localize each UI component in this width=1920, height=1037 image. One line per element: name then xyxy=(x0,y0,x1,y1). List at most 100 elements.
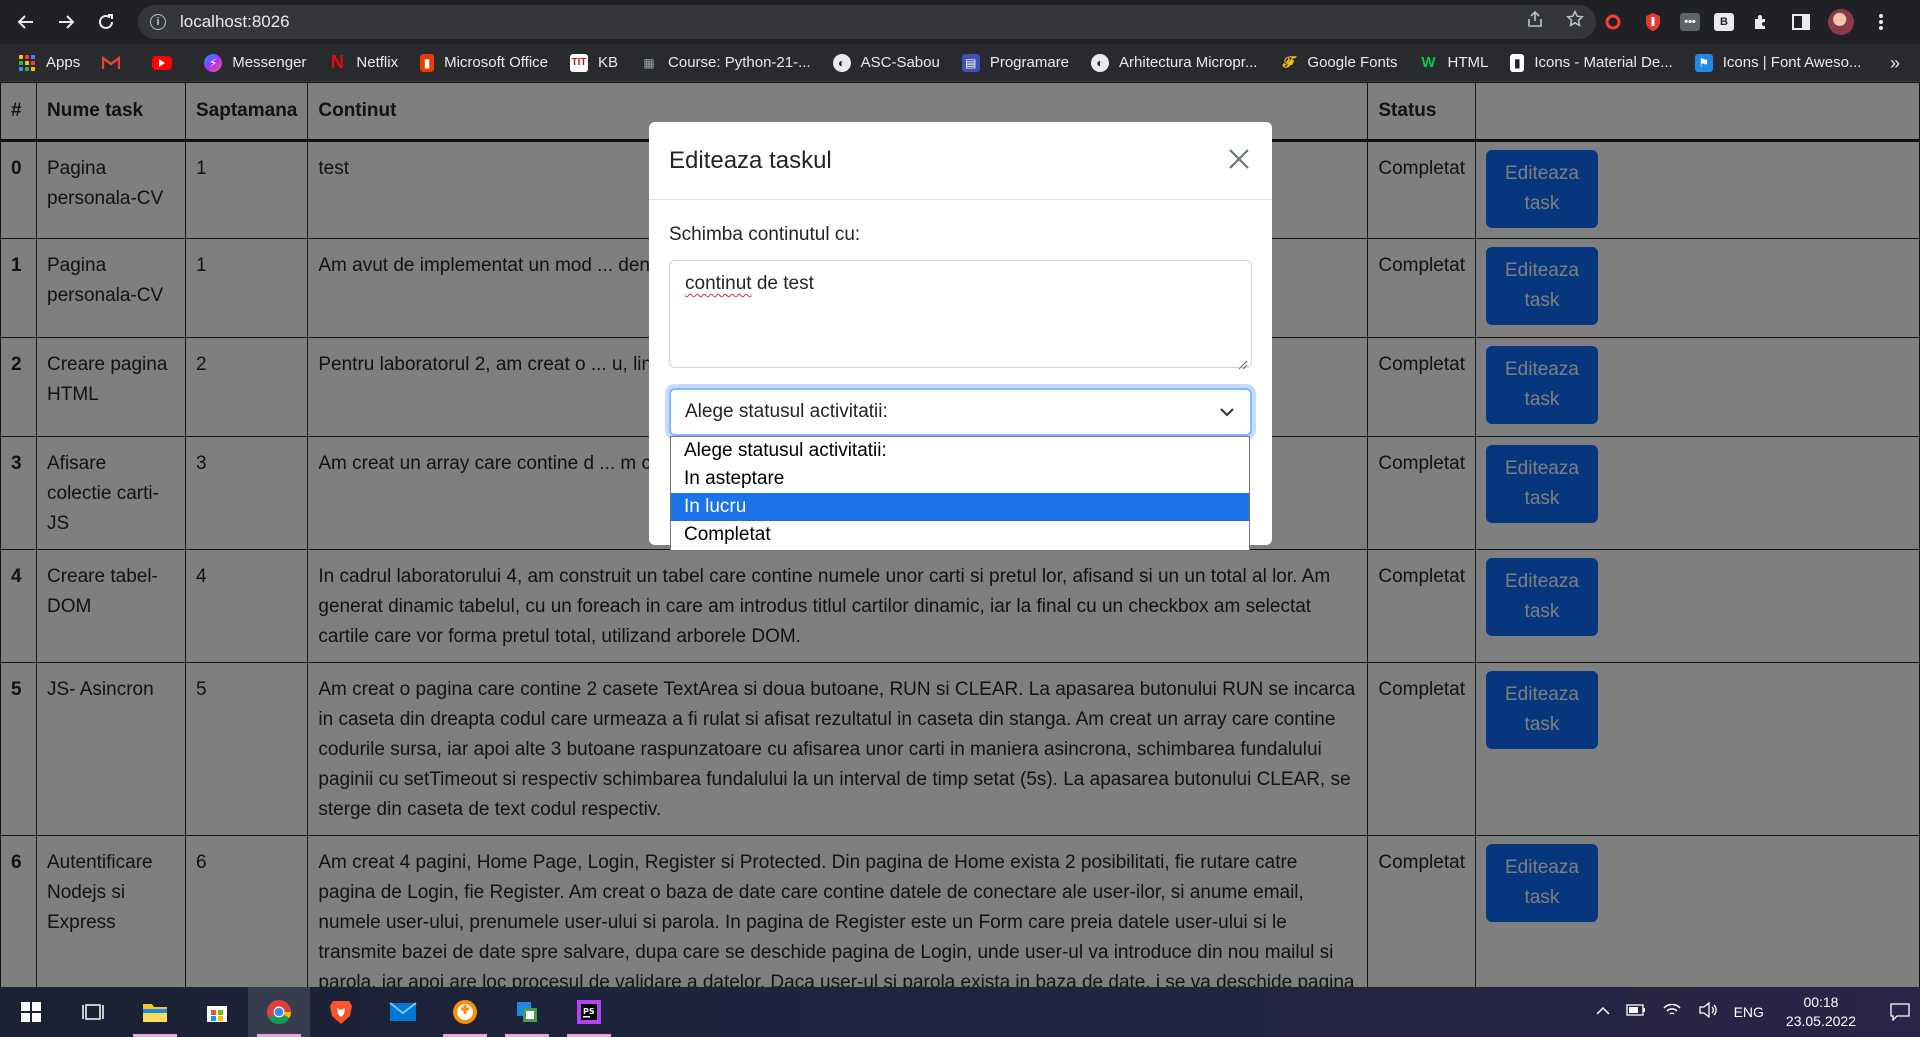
bookmark-netflix[interactable]: N Netflix xyxy=(328,52,399,72)
bookmark-course[interactable]: ▦ Course: Python-21-... xyxy=(640,54,811,72)
bookmarks-bar: Apps ⚡ Messenger N Netflix ▮ Microsoft O… xyxy=(0,44,1920,82)
volume-icon[interactable] xyxy=(1698,1001,1718,1023)
chevron-down-icon xyxy=(1218,403,1236,421)
bookmark-font-awesome[interactable]: ⚑ Icons | Font Aweso... xyxy=(1694,53,1862,72)
material-icons-icon: ▮ xyxy=(1510,53,1525,72)
bookmark-label: KB xyxy=(598,54,619,71)
clock-time: 00:18 xyxy=(1803,994,1839,1010)
bookmark-label: HTML xyxy=(1447,54,1489,71)
system-tray: ENG 00:18 23.05.2022 xyxy=(1588,987,1920,1037)
status-option-highlighted[interactable]: In lucru xyxy=(671,493,1249,521)
wifi-icon[interactable] xyxy=(1662,1002,1682,1023)
bookmark-label: Icons - Material De... xyxy=(1534,54,1673,71)
dots-extension-icon[interactable]: ••• xyxy=(1680,13,1700,31)
browser-menu-icon[interactable] xyxy=(1868,9,1894,35)
bookmark-messenger[interactable]: ⚡ Messenger xyxy=(204,53,307,72)
bookmark-microsoft-office[interactable]: ▮ Microsoft Office xyxy=(420,53,549,72)
chrome-icon[interactable] xyxy=(248,987,310,1037)
side-panel-icon[interactable] xyxy=(1788,9,1814,35)
site-info-icon[interactable]: i xyxy=(150,14,166,30)
status-select-value: Alege statusul activitatii: xyxy=(685,401,888,422)
modal-body: Schimba continutul cu: continut de test … xyxy=(649,200,1272,456)
close-icon[interactable] xyxy=(1228,148,1254,174)
textarea-text-misspelled: continut xyxy=(685,273,752,294)
gmail-icon xyxy=(102,54,121,72)
chevron-up-icon[interactable] xyxy=(1596,1003,1610,1021)
clock[interactable]: 00:18 23.05.2022 xyxy=(1786,993,1856,1031)
bookmark-youtube[interactable] xyxy=(152,55,182,70)
status-option[interactable]: Alege statusul activitatii: xyxy=(671,437,1249,465)
bookmark-kb[interactable]: TIT KB xyxy=(570,53,619,72)
modal-title: Editeaza taskul xyxy=(669,146,832,174)
bookmark-gmail[interactable] xyxy=(102,54,130,72)
content-textarea[interactable]: continut de test xyxy=(669,260,1252,370)
bookmark-label: Messenger xyxy=(232,54,307,71)
bookmark-label: Microsoft Office xyxy=(444,54,549,71)
vpn-app-icon[interactable] xyxy=(434,987,496,1037)
google-fonts-icon: 𝓕 xyxy=(1282,54,1294,71)
notifications-icon[interactable] xyxy=(1880,987,1920,1037)
bookmark-arhitectura[interactable]: ◐ Arhitectura Micropr... xyxy=(1091,53,1258,72)
font-awesome-icon: ⚑ xyxy=(1694,53,1713,72)
opera-extension-icon[interactable] xyxy=(1600,9,1626,35)
status-dropdown-list: Alege statusul activitatii: In asteptare… xyxy=(670,436,1250,551)
bookmark-star-icon[interactable] xyxy=(1565,9,1585,34)
html-icon: W xyxy=(1421,54,1436,71)
bookmark-label: Arhitectura Micropr... xyxy=(1119,54,1258,71)
asc-icon: ◐ xyxy=(832,53,851,72)
shield-extension-icon[interactable] xyxy=(1640,9,1666,35)
status-option[interactable]: In asteptare xyxy=(671,465,1249,493)
browser-toolbar: i localhost:8026 ••• B xyxy=(0,0,1920,44)
file-explorer-icon[interactable] xyxy=(124,987,186,1037)
address-bar[interactable]: i localhost:8026 xyxy=(138,5,1596,39)
bookmark-programare[interactable]: ▤ Programare xyxy=(961,53,1070,72)
bookmarks-more-icon[interactable]: » xyxy=(1890,44,1900,82)
reload-icon[interactable] xyxy=(86,0,126,44)
arhitectura-icon: ◐ xyxy=(1091,53,1110,72)
phpstorm-icon[interactable]: PS xyxy=(558,987,620,1037)
resize-grip-icon[interactable] xyxy=(1238,354,1248,370)
windows-start-icon[interactable] xyxy=(0,987,62,1037)
language-indicator[interactable]: ENG xyxy=(1734,1004,1764,1020)
netflix-icon: N xyxy=(330,52,344,72)
content-label: Schimba continutul cu: xyxy=(669,224,861,245)
apps-grid-icon xyxy=(18,54,36,72)
bookmark-label: Google Fonts xyxy=(1307,54,1398,71)
course-icon: ▦ xyxy=(643,55,655,70)
kb-icon: TIT xyxy=(570,53,589,72)
status-option[interactable]: Completat xyxy=(671,521,1249,549)
bookmark-google-fonts[interactable]: 𝓕 Google Fonts xyxy=(1279,54,1398,72)
office-icon: ▮ xyxy=(420,53,435,72)
back-icon[interactable] xyxy=(6,0,46,44)
battery-icon[interactable] xyxy=(1625,1003,1646,1021)
textarea-text: de test xyxy=(751,273,814,294)
windows-taskbar: PS ENG 00:18 23.05.2022 xyxy=(0,987,1920,1037)
forward-icon[interactable] xyxy=(46,0,86,44)
brave-icon[interactable] xyxy=(310,987,372,1037)
bookmark-label: Programare xyxy=(989,54,1070,71)
extensions-puzzle-icon[interactable] xyxy=(1748,9,1774,35)
modal-header: Editeaza taskul xyxy=(649,122,1272,200)
bookmark-apps[interactable]: Apps xyxy=(18,54,80,72)
messenger-icon: ⚡ xyxy=(204,53,223,72)
status-select[interactable]: Alege statusul activitatii: xyxy=(669,388,1252,436)
bookmark-label: Icons | Font Aweso... xyxy=(1722,54,1862,71)
task-view-icon[interactable] xyxy=(62,987,124,1037)
share-icon[interactable] xyxy=(1526,10,1544,34)
bookmark-label: Course: Python-21-... xyxy=(668,54,811,71)
terminal-app-icon[interactable] xyxy=(496,987,558,1037)
bookmark-asc-sabou[interactable]: ◐ ASC-Sabou xyxy=(832,53,940,72)
url-text: localhost:8026 xyxy=(180,12,290,31)
bookmark-label: Apps xyxy=(46,54,81,71)
b-extension-icon[interactable]: B xyxy=(1714,13,1734,31)
profile-avatar[interactable] xyxy=(1828,9,1854,35)
bookmark-label: Netflix xyxy=(356,54,399,71)
bookmark-html[interactable]: W HTML xyxy=(1419,54,1488,72)
clock-date: 23.05.2022 xyxy=(1785,1013,1856,1029)
microsoft-store-icon[interactable] xyxy=(186,987,248,1037)
youtube-icon xyxy=(152,55,173,70)
bookmark-material-icons[interactable]: ▮ Icons - Material De... xyxy=(1510,53,1673,72)
mail-icon[interactable] xyxy=(372,987,434,1037)
bookmark-label: ASC-Sabou xyxy=(860,54,940,71)
programare-icon: ▤ xyxy=(961,53,980,72)
